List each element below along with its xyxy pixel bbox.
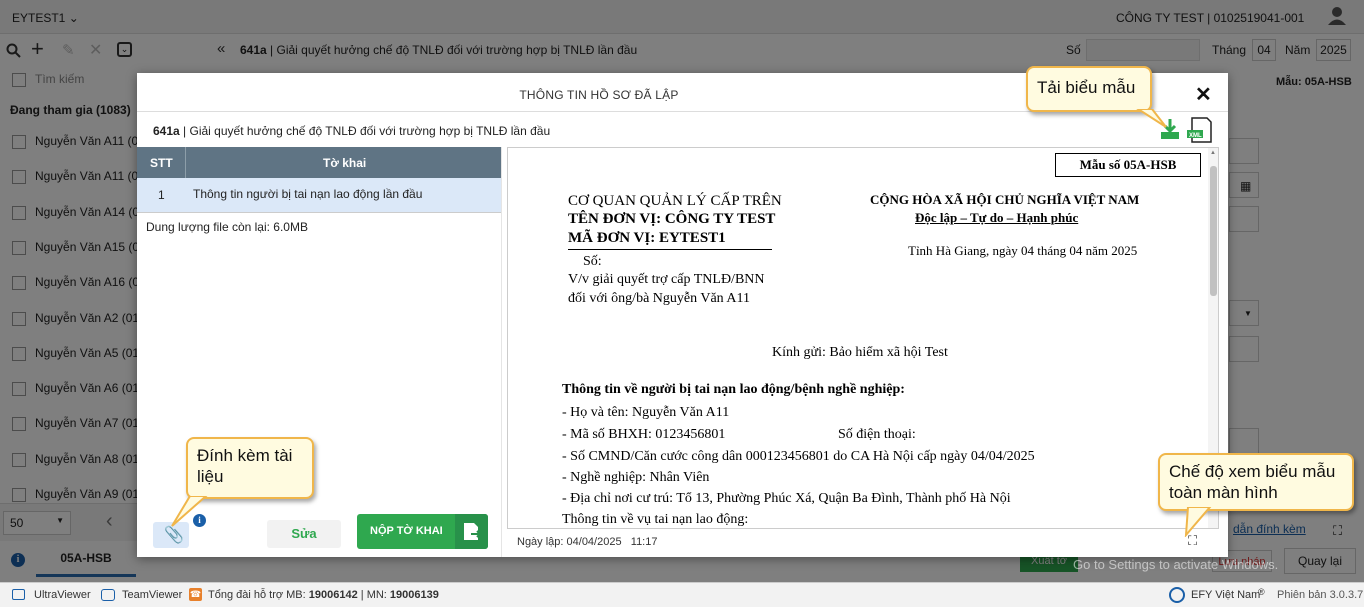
submit-label: NỘP TỜ KHAI <box>370 525 443 537</box>
column-divider <box>185 147 186 178</box>
callout-pointer <box>1136 109 1167 128</box>
doc-line-name: - Họ và tên: Nguyễn Văn A11 <box>562 405 730 420</box>
callout-pointer <box>171 496 208 527</box>
ultraviewer-icon[interactable] <box>12 589 25 600</box>
doc-section: Thông tin về người bị tai nạn lao động/b… <box>562 382 905 397</box>
edit-button[interactable]: Sửa <box>267 520 341 548</box>
row-stt: 1 <box>158 188 165 202</box>
doc-subject: V/v giải quyết trợ cấp TNLĐ/BNN <box>568 272 765 287</box>
doc-unit-name: TÊN ĐƠN VỊ: CÔNG TY TEST <box>568 211 776 227</box>
doc-number: Số: <box>583 254 602 269</box>
document-page: Mẫu số 05A-HSB CƠ QUAN QUẢN LÝ CẤP TRÊN … <box>508 148 1204 528</box>
table-row[interactable]: 1 Thông tin người bị tai nạn lao động lầ… <box>137 178 501 212</box>
paperclip-icon: 📎 <box>164 527 184 544</box>
doc-authority: CƠ QUAN QUẢN LÝ CẤP TRÊN <box>568 193 782 209</box>
callout-attach: Đính kèm tài liệu <box>186 437 314 499</box>
doc-motto: Độc lập – Tự do – Hạnh phúc <box>915 210 1079 225</box>
doc-subject-2: đối với ông/bà Nguyễn Văn A11 <box>568 291 750 306</box>
doc-rule <box>568 249 772 250</box>
callout-download: Tải biểu mẫu <box>1026 66 1152 112</box>
dialog-form-header: 641a | Giải quyết hưởng chế độ TNLĐ đối … <box>153 124 551 138</box>
scroll-up-icon[interactable]: ▲ <box>1210 150 1216 156</box>
document-preview[interactable]: Mẫu số 05A-HSB CƠ QUAN QUẢN LÝ CẤP TRÊN … <box>507 147 1219 529</box>
divider <box>137 212 501 213</box>
column-stt: STT <box>150 156 173 170</box>
phone-icon: ☎ <box>189 588 202 601</box>
form-number-box: Mẫu số 05A-HSB <box>1055 153 1201 177</box>
hotline-text: Tổng đài hỗ trợ MB: 19006142 | MN: 19006… <box>208 589 439 601</box>
doc-line-address: - Địa chỉ nơi cư trú: Tổ 13, Phường Phúc… <box>562 491 1011 506</box>
brand-label: EFY Việt Nam <box>1191 589 1261 601</box>
submit-icon-area <box>455 514 488 549</box>
dialog-title: THÔNG TIN HỒ SƠ ĐÃ LẬP <box>519 88 679 102</box>
storage-label: Dung lượng file còn lại: 6.0MB <box>146 220 308 234</box>
doc-unit-code: MÃ ĐƠN VỊ: EYTEST1 <box>568 230 726 246</box>
doc-nation: CỘNG HÒA XÃ HỘI CHỦ NGHĨA VIỆT NAM <box>870 192 1140 207</box>
submit-declaration-button[interactable]: NỘP TỜ KHAI <box>357 514 488 549</box>
download-xml-icon[interactable]: XML <box>1185 116 1213 144</box>
doc-line-id: - Số CMND/Căn cước công dân 000123456801… <box>562 449 1035 464</box>
scrollbar-thumb[interactable] <box>1210 166 1217 296</box>
activation-watermark: Activate Windows <box>1073 533 1216 553</box>
teamviewer-link[interactable]: TeamViewer <box>122 589 182 601</box>
teamviewer-icon[interactable] <box>101 589 115 601</box>
activation-watermark-sub: Go to Settings to activate Windows. <box>1073 557 1279 572</box>
version-label: Phiên bản 3.0.3.7 <box>1277 589 1364 601</box>
doc-recipient: Kính gửi: Bảo hiểm xã hội Test <box>772 345 948 360</box>
doc-line-phone: Số điện thoại: <box>838 427 916 442</box>
table-header: STT Tờ khai <box>137 147 501 178</box>
ultraviewer-link[interactable]: UltraViewer <box>34 589 91 601</box>
registered-icon: ® <box>1258 587 1265 597</box>
created-date: Ngày lập: 04/04/2025 11:17 <box>517 536 658 548</box>
doc-line-accident: Thông tin về vụ tai nạn lao động: <box>562 512 749 527</box>
pane-divider <box>501 147 502 557</box>
doc-date: Tỉnh Hà Giang, ngày 04 tháng 04 năm 2025 <box>908 243 1138 258</box>
callout-fullscreen: Chế độ xem biểu mẫu toàn màn hình <box>1158 453 1354 511</box>
efy-logo-icon <box>1169 587 1185 603</box>
row-name: Thông tin người bị tai nạn lao động lần … <box>193 187 423 201</box>
file-send-icon <box>464 523 481 540</box>
svg-text:XML: XML <box>1189 133 1202 139</box>
column-to-khai: Tờ khai <box>323 156 367 170</box>
status-footer: UltraViewer TeamViewer ☎ Tổng đài hỗ trợ… <box>0 582 1364 607</box>
close-icon[interactable]: ✕ <box>1195 82 1212 107</box>
doc-line-job: - Nghề nghiệp: Nhân Viên <box>562 470 710 485</box>
doc-line-bhxh: - Mã số BHXH: 0123456801 <box>562 427 726 442</box>
